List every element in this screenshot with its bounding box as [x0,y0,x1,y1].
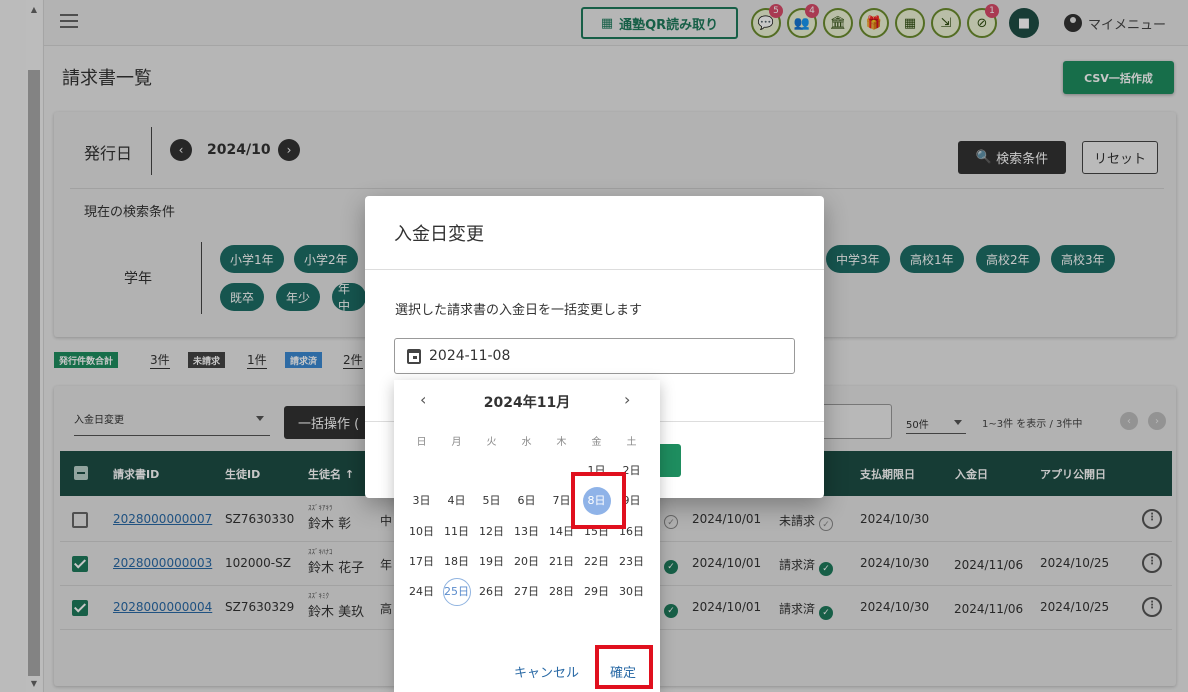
weekday-label: 月 [451,437,462,448]
calendar-day[interactable]: 24日 [404,578,439,606]
weekday-label: 金 [591,437,602,448]
next-month-icon[interactable]: › [624,390,630,409]
calendar-day[interactable]: 27日 [509,578,544,606]
calendar-day[interactable]: 4日 [439,487,474,515]
weekday-label: 日 [416,437,427,448]
highlight-selected-day [571,472,626,529]
calendar-day[interactable]: 13日 [509,518,544,546]
highlight-confirm-button [595,645,653,689]
calendar-day[interactable]: 25日 [439,578,474,606]
calendar-day[interactable]: 30日 [614,578,649,606]
calendar-day[interactable]: 3日 [404,487,439,515]
calendar-day[interactable]: 20日 [509,548,544,576]
calendar-day[interactable]: 28日 [544,578,579,606]
calendar-day[interactable]: 29日 [579,578,614,606]
weekday-label: 木 [556,437,567,448]
calendar-day[interactable]: 5日 [474,487,509,515]
calendar-day[interactable]: 19日 [474,548,509,576]
picker-month-label: 2024年11月 [483,395,571,411]
calendar-day[interactable]: 12日 [474,518,509,546]
divider [365,269,824,270]
calendar-day[interactable]: 11日 [439,518,474,546]
calendar-day[interactable]: 10日 [404,518,439,546]
dialog-title: 入金日変更 [394,224,484,245]
calendar-day[interactable]: 17日 [404,548,439,576]
calendar-day[interactable]: 18日 [439,548,474,576]
dialog-description: 選択した請求書の入金日を一括変更します [395,303,643,318]
calendar-day[interactable]: 6日 [509,487,544,515]
calendar-day[interactable]: 22日 [579,548,614,576]
calendar-day[interactable]: 21日 [544,548,579,576]
paid-date-input[interactable]: 2024-11-08 [394,338,795,374]
calendar-day[interactable]: 23日 [614,548,649,576]
calendar-day[interactable]: 26日 [474,578,509,606]
weekday-label: 水 [521,437,532,448]
weekday-label: 火 [486,437,497,448]
picker-cancel-button[interactable]: キャンセル [514,662,579,681]
calendar-icon [407,348,421,364]
weekday-label: 土 [626,437,637,448]
